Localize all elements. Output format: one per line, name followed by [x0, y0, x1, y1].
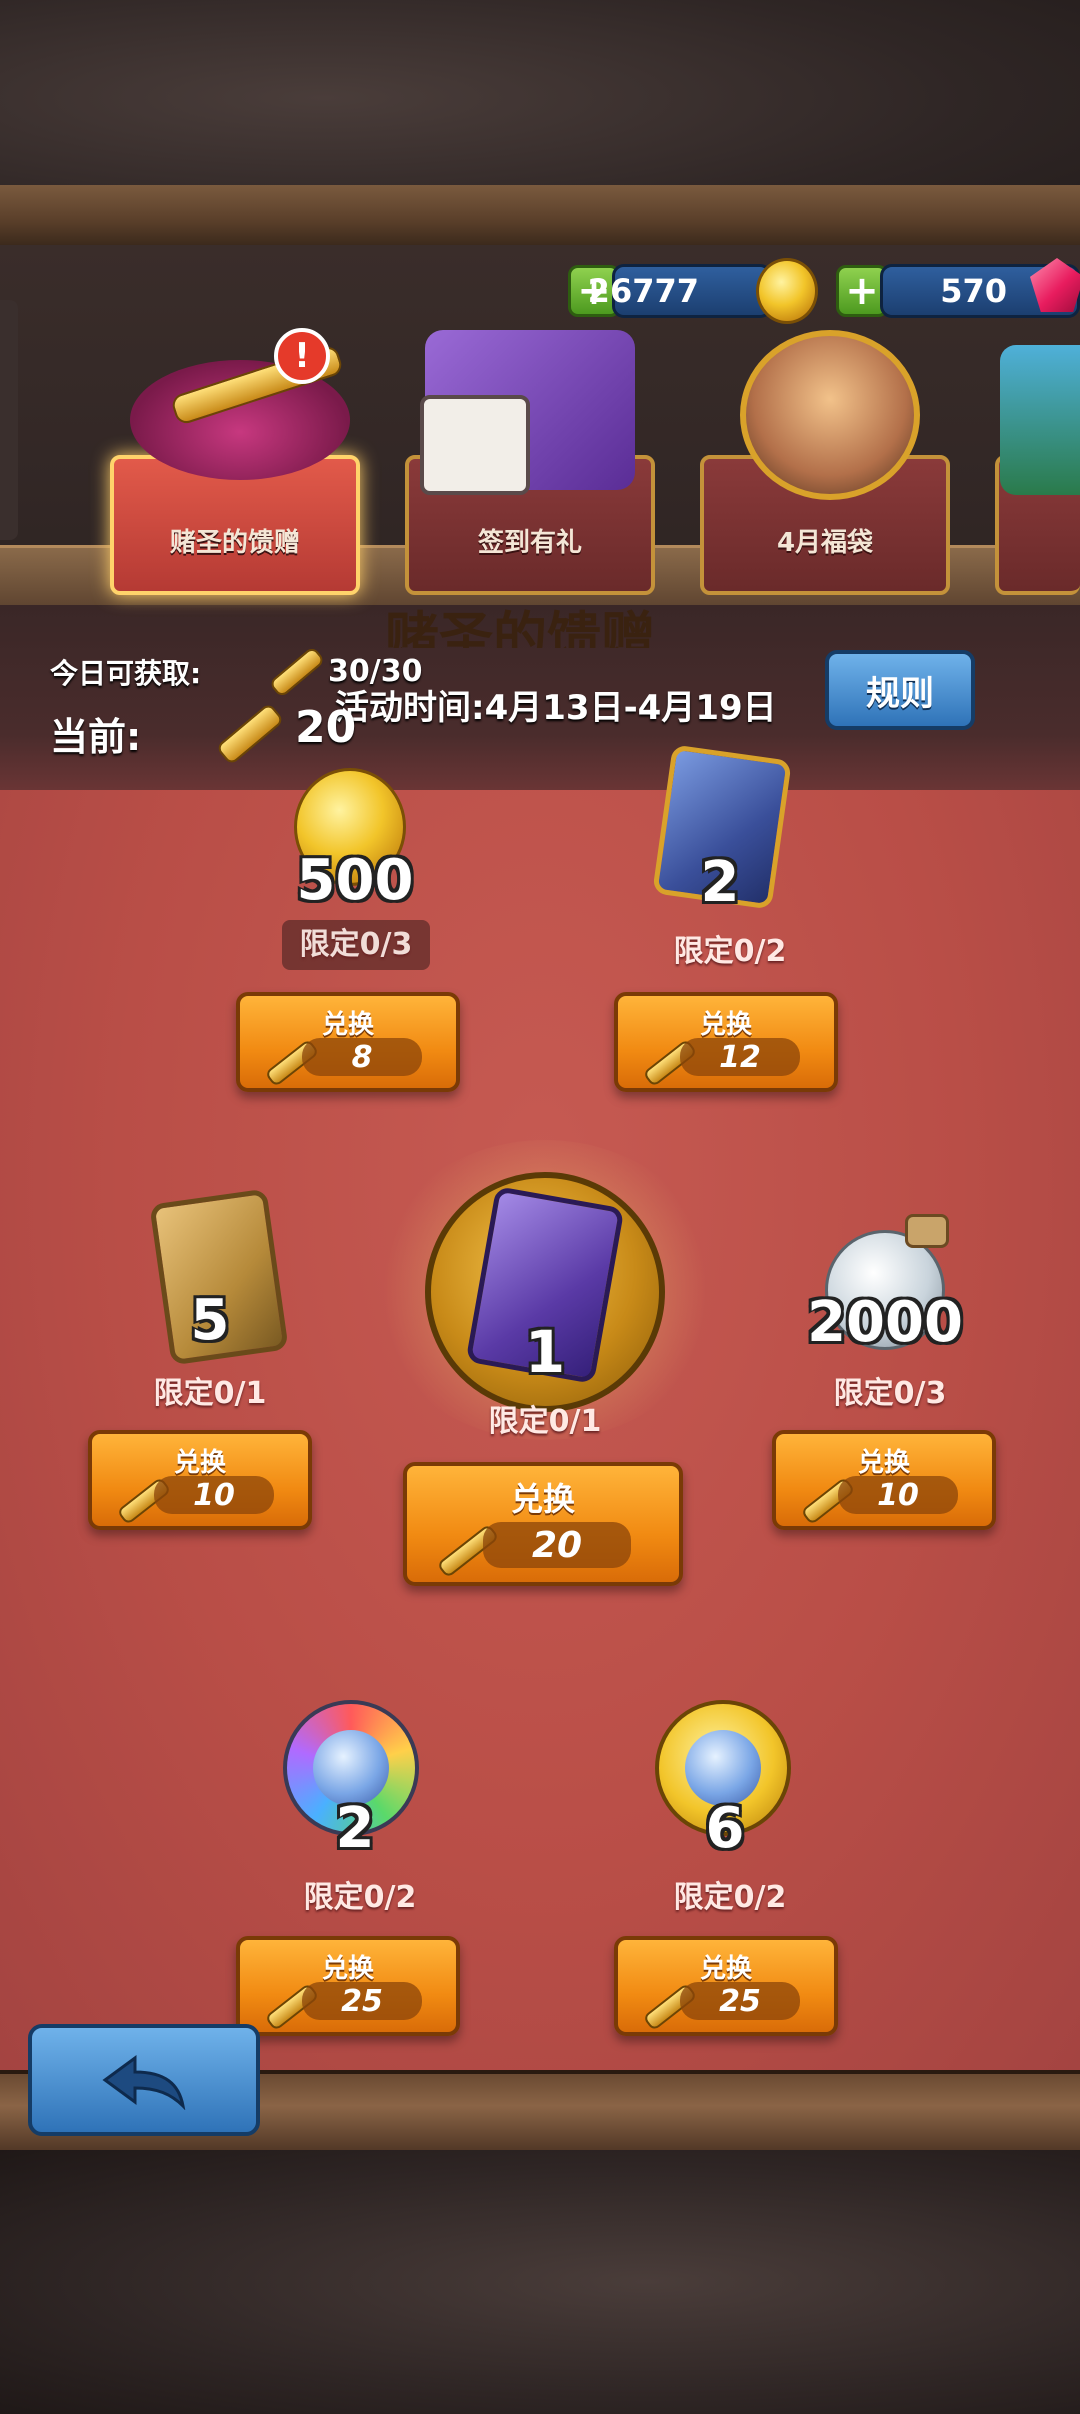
side-handle: [0, 300, 18, 540]
gold-counter: 26777: [588, 264, 772, 318]
exchange-cost: 8: [302, 1038, 422, 1076]
crystal-icon: [685, 1730, 761, 1806]
item-limit: 限定0/3: [833, 1376, 947, 1411]
item-limit: 限定0/2: [673, 934, 787, 969]
item-amount: 6: [705, 1796, 745, 1861]
item-amount: 2: [700, 850, 740, 915]
exchange-button-featured[interactable]: 兑换 20: [403, 1462, 683, 1586]
top-wood-border: [0, 185, 1080, 248]
exchange-cost: 12: [680, 1038, 800, 1076]
item-amount: 500: [296, 848, 414, 913]
item-limit: 限定0/3: [282, 920, 430, 970]
gem-amount: 570: [940, 272, 1007, 310]
exchange-button[interactable]: 兑换 10: [88, 1430, 312, 1530]
hero-portrait-icon: [740, 330, 920, 500]
item-limit: 限定0/1: [488, 1404, 602, 1439]
gold-coin-icon: [756, 258, 818, 324]
gold-amount: 26777: [587, 272, 699, 310]
event-time: 活动时间:4月13日-4月19日: [335, 688, 777, 728]
back-arrow-icon: [102, 2055, 186, 2110]
alert-badge-icon: !: [274, 328, 330, 384]
exchange-cost: 20: [483, 1522, 631, 1568]
exchange-label: 兑换: [857, 1448, 910, 1478]
exchange-button[interactable]: 兑换 25: [236, 1936, 460, 2036]
exchange-button[interactable]: 兑换 25: [614, 1936, 838, 2036]
today-available-label: 今日可获取:: [50, 657, 202, 690]
exchange-cost: 25: [680, 1982, 800, 2020]
item-amount: 5: [190, 1288, 230, 1353]
exchange-label: 兑换: [699, 1010, 752, 1040]
item-amount: 2000: [807, 1290, 963, 1355]
current-keys-label: 当前:: [50, 715, 142, 759]
item-limit: 限定0/1: [153, 1376, 267, 1411]
current-keys-value: 20: [295, 702, 357, 753]
crystal-icon: [313, 1730, 389, 1806]
exchange-label: 兑换: [321, 1954, 374, 1984]
tab-label-sign-in: 签到有礼: [477, 528, 582, 558]
exchange-cost: 10: [154, 1476, 274, 1514]
item-amount: 2: [335, 1796, 375, 1861]
back-button[interactable]: [28, 2024, 260, 2136]
page-title: 赌圣的馈赠: [385, 606, 655, 648]
exchange-button[interactable]: 兑换 12: [614, 992, 838, 1092]
item-limit: 限定0/2: [303, 1880, 417, 1915]
rules-button[interactable]: 规则: [825, 650, 975, 730]
exchange-cost: 10: [838, 1476, 958, 1514]
exchange-label: 兑换: [699, 1954, 752, 1984]
bottom-frame: [0, 2150, 1080, 2414]
exchange-button[interactable]: 兑换 10: [772, 1430, 996, 1530]
calendar-icon: [420, 395, 530, 495]
item-amount: 1: [524, 1318, 566, 1386]
potion-cork-icon: [905, 1214, 949, 1248]
tab-label-gambler-gift: 赌圣的馈赠: [169, 528, 300, 558]
tab-label-lucky-bag: 4月福袋: [776, 528, 874, 558]
item-limit: 限定0/2: [673, 1880, 787, 1915]
exchange-label: 兑换: [321, 1010, 374, 1040]
exchange-button[interactable]: 兑换 8: [236, 992, 460, 1092]
exchange-cost: 25: [302, 1982, 422, 2020]
exchange-label: 兑换: [173, 1448, 226, 1478]
exchange-label: 兑换: [510, 1480, 575, 1518]
next-tab-art-icon: [1000, 345, 1080, 495]
